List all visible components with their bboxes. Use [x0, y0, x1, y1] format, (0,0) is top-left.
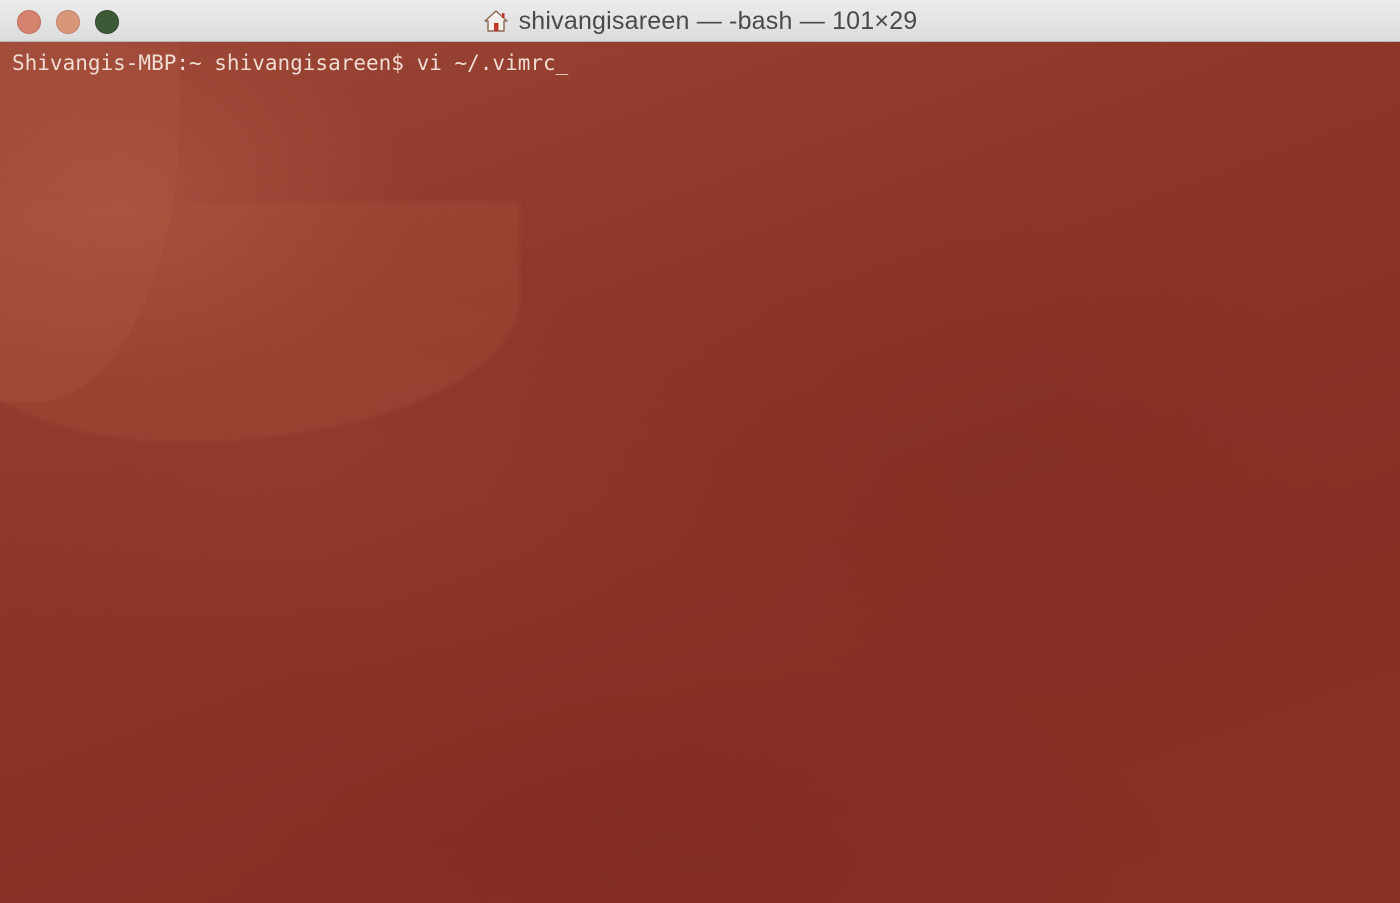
shell-prompt: Shivangis-MBP:~ shivangisareen$: [12, 51, 417, 75]
minimize-button[interactable]: [56, 10, 80, 34]
terminal-line: Shivangis-MBP:~ shivangisareen$ vi ~/.vi…: [12, 50, 568, 76]
shell-command: vi ~/.vimrc: [416, 51, 556, 75]
title-bar[interactable]: shivangisareen — -bash — 101×29: [0, 0, 1400, 42]
home-icon: [483, 9, 509, 33]
window-title-area: shivangisareen — -bash — 101×29: [0, 0, 1400, 42]
terminal-window: shivangisareen — -bash — 101×29 Shivangi…: [0, 0, 1400, 903]
window-title-group: shivangisareen — -bash — 101×29: [483, 7, 918, 36]
background-hill: [0, 202, 520, 442]
terminal-content[interactable]: Shivangis-MBP:~ shivangisareen$ vi ~/.vi…: [0, 42, 1400, 903]
zoom-button[interactable]: [95, 10, 119, 34]
close-button[interactable]: [17, 10, 41, 34]
text-cursor: _: [555, 51, 569, 75]
window-title: shivangisareen — -bash — 101×29: [518, 6, 918, 35]
